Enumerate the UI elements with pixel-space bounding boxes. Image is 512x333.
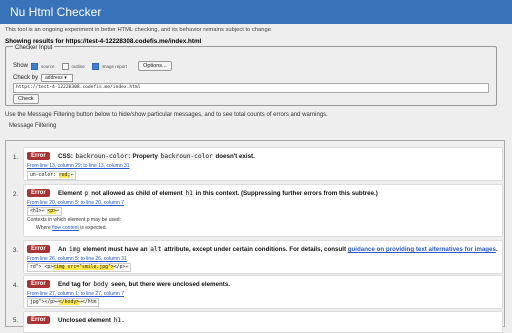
extract-text: <h1>↩ (30, 209, 48, 214)
extract-highlight: </body> (58, 300, 80, 305)
options-button[interactable]: Options... (138, 61, 172, 71)
code-extract: jpg"></p>↩</body>↩</htm (27, 298, 100, 307)
extract-text: rd"> <p> (30, 265, 54, 270)
message-part: in this context. (Suppressing further er… (193, 190, 378, 197)
message-code: backroun-color (74, 153, 129, 160)
error-badge: Error (27, 152, 50, 160)
list-item: 4. Error End tag for body seen, but ther… (13, 275, 503, 309)
message-number: 3. (13, 248, 19, 254)
message-part: doesn't exist. (213, 153, 255, 160)
message-number: 4. (13, 283, 19, 289)
extract-highlight: red; (58, 173, 71, 178)
extract-text: ↩</htm (79, 300, 97, 305)
message-card: Error An img element must have an alt at… (23, 240, 503, 274)
extract-text: ↩ (70, 173, 74, 178)
showing-results-text: Showing results for https://test-4-12228… (5, 38, 202, 45)
message-part: . (495, 246, 498, 253)
message-part: seen, but there were unclosed elements. (109, 281, 230, 288)
message-code: alt (149, 246, 163, 253)
list-item: 2. Error Element p not allowed as child … (13, 184, 503, 237)
message-text: CSS: backroun-color: Property backroun-c… (58, 153, 255, 160)
guidance-link[interactable]: guidance on providing text alternatives … (348, 246, 496, 253)
message-part: Element (58, 190, 84, 197)
source-label: source (41, 63, 55, 69)
extract-highlight: <p> (47, 209, 56, 214)
error-badge: Error (27, 280, 50, 288)
outline-label: outline (71, 63, 85, 69)
message-number: 2. (13, 192, 19, 198)
message-filtering-button[interactable]: Message Filtering (9, 123, 56, 129)
code-extract: <h1>↩ <p>↩ (27, 207, 62, 216)
outline-checkbox[interactable] (61, 62, 69, 70)
extract-text: un-color: (30, 173, 59, 178)
location-link[interactable]: From line 13, column 29; to line 13, col… (27, 163, 130, 169)
list-item: 5. Error Unclosed element h1. (13, 311, 503, 333)
page-title: Nu Html Checker (10, 5, 102, 19)
source-checkbox[interactable] (31, 62, 39, 70)
checker-input-fieldset: Checker Input Show source outline image … (5, 45, 497, 106)
message-code: body (92, 281, 110, 288)
message-part: attribute, except under certain conditio… (162, 246, 348, 253)
message-part: : Property (128, 153, 160, 160)
message-card: Error Element p not allowed as child of … (23, 184, 503, 237)
detail-text: is expected. (78, 225, 107, 231)
check-by-select[interactable]: address ▾ (41, 74, 74, 82)
location-link[interactable]: From line 20, column 5; to line 20, colu… (27, 200, 124, 206)
chevron-down-icon: ▾ (64, 75, 67, 81)
url-input[interactable]: https://test-4-12228308.codefis.me/index… (13, 83, 489, 93)
extract-text: jpg"></p>↩ (30, 300, 59, 305)
error-badge: Error (27, 189, 50, 197)
message-text: Element p not allowed as child of elemen… (58, 190, 378, 197)
message-part: element must have an (81, 246, 150, 253)
check-by-row: Check by address ▾ (13, 74, 74, 82)
message-part: . (122, 317, 124, 324)
message-text: An img element must have an alt attribut… (58, 246, 498, 253)
flow-content-link[interactable]: flow content (52, 225, 79, 231)
location-link[interactable]: From line 27, column 1; to line 27, colu… (27, 291, 124, 297)
message-text: End tag for body seen, but there were un… (58, 281, 230, 288)
check-by-label: Check by (13, 75, 39, 81)
detail-text: Where (36, 225, 53, 231)
message-part: End tag for (58, 281, 93, 288)
message-part: not allowed as child of element (89, 190, 185, 197)
message-text: Unclosed element h1. (58, 317, 124, 324)
message-part: CSS: (58, 153, 75, 160)
message-card: Error Unclosed element h1. (23, 311, 503, 333)
message-part: An (58, 246, 68, 253)
title-bar: Nu Html Checker (0, 0, 512, 24)
location-link[interactable]: From line 26, column 5; to line 26, colu… (27, 256, 127, 262)
check-button[interactable]: Check (13, 94, 39, 104)
message-part: Unclosed element (58, 317, 113, 324)
context-detail-where: Where flow content is expected. (36, 225, 107, 231)
list-item: 1. Error CSS: backroun-color: Property b… (13, 147, 503, 181)
image-report-label: image report (101, 63, 128, 69)
message-card: Error CSS: backroun-color: Property back… (23, 147, 503, 181)
message-number: 5. (13, 318, 19, 324)
check-by-value: address (45, 75, 63, 81)
message-card: Error End tag for body seen, but there w… (23, 275, 503, 309)
message-code: backroun-color (159, 153, 214, 160)
experiment-notice: This tool is an ongoing experiment in be… (5, 27, 271, 33)
show-label: Show (13, 63, 29, 69)
code-extract: un-color: red;↩ (27, 171, 77, 180)
show-options-row: Show source outline image report Options… (13, 61, 172, 71)
code-extract: rd"> <p><img src="smile.jpg"></p>↩ (27, 263, 132, 272)
extract-text: ↩ (56, 209, 59, 214)
message-number: 1. (13, 155, 19, 161)
checker-input-legend: Checker Input (13, 45, 55, 51)
image-report-checkbox[interactable] (91, 62, 99, 70)
filtering-info-text: Use the Message Filtering button below t… (5, 112, 328, 118)
message-code: img (67, 246, 82, 253)
error-badge: Error (27, 316, 50, 324)
results-list: 1. Error CSS: backroun-color: Property b… (5, 140, 505, 333)
message-code: h1 (112, 317, 123, 324)
context-detail: Contexts in which element p may be used: (27, 217, 121, 223)
error-badge: Error (27, 245, 50, 253)
message-code: h1 (184, 190, 194, 197)
extract-text: </p>↩ (113, 265, 129, 270)
extract-highlight: <img src="smile.jpg"> (53, 265, 114, 270)
list-item: 3. Error An img element must have an alt… (13, 240, 503, 274)
